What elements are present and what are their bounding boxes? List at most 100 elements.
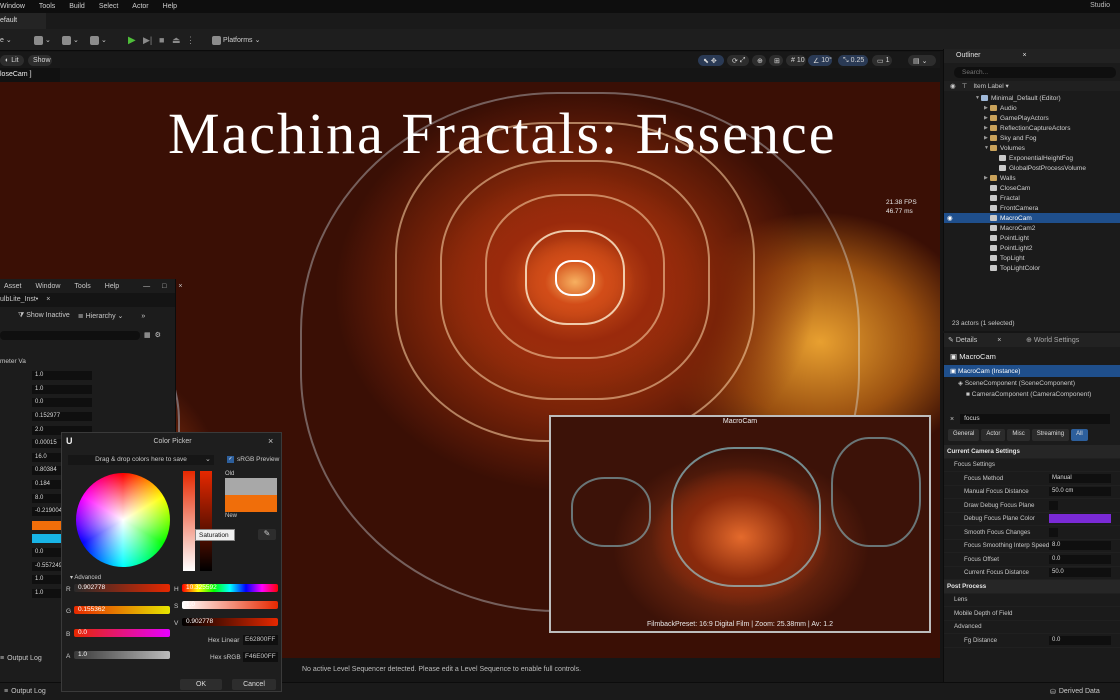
close-icon[interactable]: × (268, 436, 273, 446)
panel-search-input[interactable] (0, 330, 140, 340)
details-color-swatch[interactable] (1049, 514, 1111, 524)
chevron-down-icon[interactable]: ⌄ (205, 455, 211, 463)
mode-dropdown[interactable]: e ⌄ (0, 33, 14, 47)
grid-snap[interactable]: #10 (786, 55, 806, 66)
camera-component-row[interactable]: ■ CameraComponent (CameraComponent) (944, 389, 1120, 401)
outliner-row[interactable]: ▶ Walls (944, 173, 1120, 183)
outliner-row[interactable]: PointLight (944, 233, 1120, 243)
s-slider[interactable] (182, 601, 278, 609)
camera-speed[interactable]: ▭ 1 (872, 55, 892, 66)
menu-asset[interactable]: Asset (4, 283, 22, 290)
menu-help[interactable]: Help (163, 3, 177, 10)
derived-data-button[interactable]: ⛁ Derived Data (1050, 688, 1100, 696)
details-checkbox[interactable] (1049, 527, 1058, 537)
add-content-button[interactable]: ⌄ (34, 33, 51, 47)
outliner-row[interactable]: ▶ Sky and Fog (944, 133, 1120, 143)
stop-button[interactable]: ■ (159, 33, 164, 47)
outliner-row[interactable]: MacroCam2 (944, 223, 1120, 233)
world-settings-tab[interactable]: ⊕ World Settings (1020, 333, 1079, 347)
details-value-field[interactable]: 50.0 (1049, 568, 1111, 578)
hierarchy-button[interactable]: ≣ Hierarchy ⌄ (78, 312, 124, 320)
outliner-row[interactable]: PointLight2 (944, 243, 1120, 253)
surface-snap-toggle[interactable]: ⊞ (769, 55, 783, 66)
play-options-button[interactable]: ⋮ (186, 33, 195, 47)
filter-tab[interactable]: Misc (1007, 429, 1030, 441)
hex-srgb-input[interactable]: F46E00FF (243, 652, 278, 662)
details-row[interactable]: Focus Settings (944, 459, 1120, 472)
cinematics-button[interactable]: ⌄ (90, 33, 107, 47)
parameter-value-field[interactable]: 0.152977 (32, 412, 92, 422)
hex-linear-input[interactable]: E62800FF (243, 635, 278, 645)
outliner-row[interactable]: FrontCamera (944, 203, 1120, 213)
b-value[interactable]: 0.0 (78, 629, 87, 636)
ok-button[interactable]: OK (180, 679, 222, 690)
outliner-row[interactable]: ▶ Audio (944, 103, 1120, 113)
transform-tools[interactable]: ⬉ ✥ (698, 55, 724, 66)
filter-tab[interactable]: All (1071, 429, 1088, 441)
parameter-value-field[interactable]: 0.0 (32, 398, 92, 408)
expand-icon[interactable]: » (141, 313, 145, 320)
menu-help[interactable]: Help (105, 283, 119, 290)
close-icon[interactable]: × (178, 283, 182, 290)
outliner-row[interactable]: ▶ GamePlayActors (944, 113, 1120, 123)
details-value-field[interactable]: 0.0 (1049, 554, 1111, 564)
menu-select[interactable]: Select (99, 3, 118, 10)
a-slider[interactable] (74, 651, 170, 659)
filter-tab[interactable]: Actor (981, 429, 1006, 441)
layout-button[interactable]: ▤ ⌄ (908, 55, 936, 66)
outliner-row[interactable]: CloseCam (944, 183, 1120, 193)
minimize-icon[interactable]: — (143, 283, 150, 290)
details-row[interactable]: Advanced (944, 621, 1120, 634)
close-icon[interactable]: × (46, 296, 50, 303)
details-tab[interactable]: ✎ Details × (944, 333, 1020, 347)
rotate-scale-tools[interactable]: ⟳ ⤢ (727, 55, 749, 66)
details-row[interactable]: Current Camera Settings (944, 445, 1120, 459)
details-row[interactable]: Lens (944, 594, 1120, 607)
close-icon[interactable]: × (950, 416, 954, 423)
item-label-header[interactable]: Item Label ▾ (973, 82, 1008, 90)
saturation-slider[interactable] (183, 471, 195, 571)
show-inactive-button[interactable]: ⧩ Show Inactive (18, 312, 70, 320)
outliner-row[interactable]: Fractal (944, 193, 1120, 203)
pin-icon[interactable]: ⊤ (962, 82, 968, 90)
panel-output-log-button[interactable]: ≡ Output Log (0, 655, 42, 662)
eject-button[interactable]: ⏏ (172, 33, 181, 47)
angle-snap[interactable]: ∠ 10° (808, 55, 832, 66)
settings-icon[interactable]: ⚙ (155, 331, 161, 339)
outliner-row[interactable]: ▶ ReflectionCaptureActors (944, 123, 1120, 133)
details-checkbox[interactable] (1049, 500, 1058, 510)
platforms-button[interactable]: Platforms ⌄ (212, 33, 260, 47)
menu-window[interactable]: Window (36, 283, 61, 290)
component-instance-row[interactable]: ▣ MacroCam (Instance) (944, 365, 1120, 377)
blueprint-button[interactable]: ⌄ (62, 33, 79, 47)
menu-tools[interactable]: Tools (74, 283, 90, 290)
maximize-icon[interactable]: □ (162, 283, 166, 290)
b-slider[interactable] (74, 629, 170, 637)
color-swatch-bar[interactable]: Drag & drop colors here to save (68, 455, 214, 465)
r-value[interactable]: 0.902778 (78, 584, 105, 591)
details-row[interactable]: Mobile Depth of Field (944, 607, 1120, 621)
details-value-field[interactable]: 8.0 (1049, 541, 1111, 551)
outliner-row[interactable]: TopLight (944, 253, 1120, 263)
filter-tab[interactable]: General (948, 429, 980, 441)
outliner-row[interactable]: TopLightColor (944, 263, 1120, 273)
outliner-row[interactable]: ExponentialHeightFog (944, 153, 1120, 163)
outliner-row[interactable]: ◉ MacroCam (944, 213, 1120, 223)
details-value-field[interactable]: Manual (1049, 473, 1111, 483)
a-value[interactable]: 1.0 (78, 651, 87, 658)
level-tab[interactable]: efault (0, 13, 46, 29)
details-value-field[interactable]: 0.0 (1049, 635, 1111, 645)
srgb-preview-toggle[interactable]: ✓ sRGB Preview (227, 456, 279, 463)
cancel-button[interactable]: Cancel (232, 679, 276, 690)
scale-snap[interactable]: ⤡ 0.25 (838, 55, 868, 66)
close-icon[interactable]: × (1022, 52, 1026, 59)
h-value[interactable]: 10.325592 (186, 584, 217, 591)
play-button[interactable]: ▶ (128, 33, 136, 47)
parameter-value-field[interactable]: 1.0 (32, 384, 92, 394)
parameter-value-field[interactable]: 1.0 (32, 371, 92, 381)
s-value[interactable]: 1.0 (186, 601, 195, 608)
advanced-toggle[interactable]: ▾ Advanced (70, 574, 101, 581)
asset-tab[interactable]: ulbLite_Inst• × (0, 293, 175, 307)
outliner-tab[interactable]: Outliner × (944, 49, 1120, 63)
world-local-toggle[interactable]: ⊕ (752, 55, 766, 66)
